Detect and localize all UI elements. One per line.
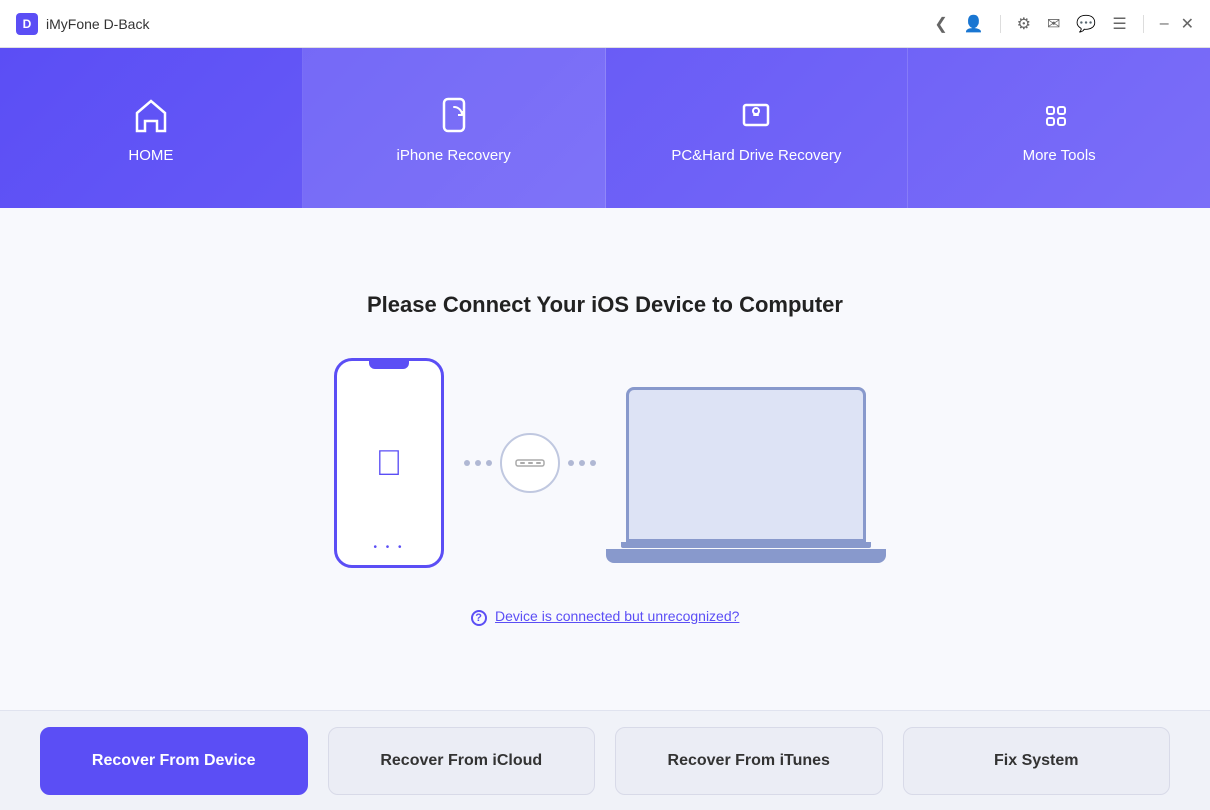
chat-icon[interactable]: 💬 [1076,14,1096,34]
nav-item-pc-recovery[interactable]: PC&Hard Drive Recovery [606,48,909,208]
tab-recover-device[interactable]: Recover From Device [40,727,308,795]
laptop-illustration [616,363,876,563]
nav-item-iphone-recovery[interactable]: iPhone Recovery [303,48,606,208]
dot [486,460,492,466]
tab-recover-icloud[interactable]: Recover From iCloud [328,727,596,795]
title-bar-left: D iMyFone D-Back [16,13,149,35]
title-bar-right: ❮ 👤 ⚙ ✉ 💬 ☰ – ✕ [934,14,1194,34]
help-link[interactable]: Device is connected but unrecognized? [495,608,739,624]
tab-recover-itunes[interactable]: Recover From iTunes [615,727,883,795]
minimize-button[interactable]: – [1160,15,1169,33]
refresh-icon [432,93,476,137]
close-button[interactable]: ✕ [1181,14,1194,34]
connect-title: Please Connect Your iOS Device to Comput… [367,292,843,318]
menu-icon[interactable]: ☰ [1112,14,1126,34]
nav-label-iphone-recovery: iPhone Recovery [397,147,511,164]
laptop-hinge [621,542,871,548]
mail-icon[interactable]: ✉ [1047,14,1060,34]
settings-icon[interactable]: ⚙ [1017,14,1031,34]
nav-label-home: HOME [128,147,173,164]
app-logo: D [16,13,38,35]
nav-bar: HOME iPhone Recovery PC&Hard Drive Recov… [0,48,1210,208]
question-icon: ? [471,610,487,626]
laptop-screen [626,387,866,542]
phone-dots: • • • [373,542,404,553]
home-icon [129,93,173,137]
dot [579,460,585,466]
tab-fix-system[interactable]: Fix System [903,727,1171,795]
laptop-base [606,549,886,563]
separator [1000,15,1001,33]
phone-notch [369,361,409,369]
dot [590,460,596,466]
main-content: Please Connect Your iOS Device to Comput… [0,208,1210,710]
profile-icon[interactable]: 👤 [964,14,984,34]
usb-connector [500,433,560,493]
apple-logo:  [376,442,403,484]
phone-illustration:  • • • [334,358,444,568]
nav-label-more-tools: More Tools [1023,147,1096,164]
usb-icon [514,453,546,473]
help-link-area[interactable]: ? Device is connected but unrecognized? [471,608,740,626]
dots-right [568,460,596,466]
nav-item-more-tools[interactable]: More Tools [908,48,1210,208]
dot [475,460,481,466]
dot [464,460,470,466]
title-bar: D iMyFone D-Back ❮ 👤 ⚙ ✉ 💬 ☰ – ✕ [0,0,1210,48]
key-icon [734,93,778,137]
nav-label-pc-recovery: PC&Hard Drive Recovery [671,147,841,164]
connector-area [464,433,596,493]
separator2 [1143,15,1144,33]
phone-body:  • • • [334,358,444,568]
bottom-tabs: Recover From Device Recover From iCloud … [0,710,1210,810]
share-icon[interactable]: ❮ [934,14,947,34]
illustration:  • • • [334,358,876,568]
app-title: iMyFone D-Back [46,16,149,32]
window-controls: – ✕ [1160,14,1194,34]
dots-left [464,460,492,466]
grid-icon [1037,93,1081,137]
dot [568,460,574,466]
nav-item-home[interactable]: HOME [0,48,303,208]
